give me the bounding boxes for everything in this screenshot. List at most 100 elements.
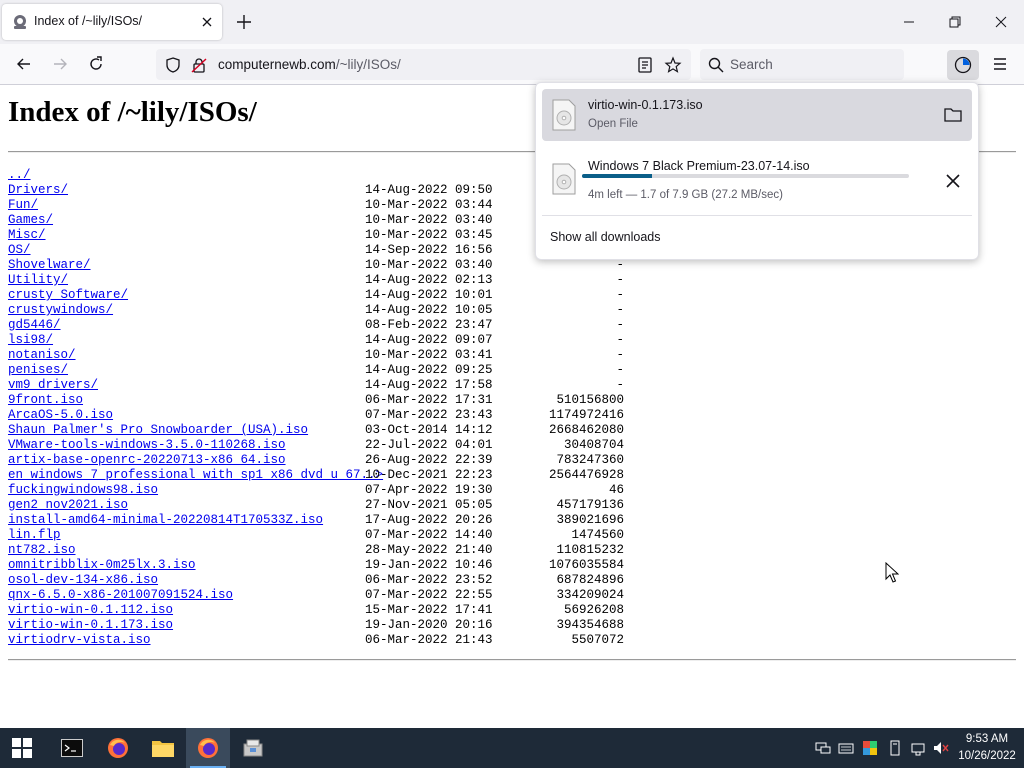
package-app-icon [243, 739, 263, 757]
new-tab-icon[interactable] [234, 12, 254, 32]
file-link[interactable]: Shovelware/ [8, 258, 91, 273]
file-link[interactable]: virtio-win-0.1.112.iso [8, 603, 173, 618]
file-link[interactable]: nt782.iso [8, 543, 76, 558]
file-link[interactable]: Drivers/ [8, 183, 68, 198]
close-window-icon[interactable] [991, 12, 1011, 32]
terminal-icon [61, 739, 83, 757]
file-link[interactable]: OS/ [8, 243, 31, 258]
restore-icon[interactable] [945, 12, 965, 32]
file-size: 2668462080 [548, 423, 624, 437]
cancel-download-icon[interactable] [942, 170, 964, 192]
file-date: 10-Mar-2022 03:40 [365, 258, 493, 272]
file-link[interactable]: penises/ [8, 363, 68, 378]
url-path: /~lily/ISOs/ [335, 57, 401, 72]
file-link[interactable]: 9front.iso [8, 393, 83, 408]
tab-index-of-isos[interactable]: Index of /~lily/ISOs/ [2, 4, 222, 40]
back-icon[interactable] [14, 54, 34, 74]
file-link[interactable]: Games/ [8, 213, 53, 228]
file-link[interactable]: Misc/ [8, 228, 46, 243]
file-link[interactable]: notaniso/ [8, 348, 76, 363]
file-link[interactable]: lsi98/ [8, 333, 53, 348]
url-text[interactable]: computernewb.com/~lily/ISOs/ [218, 57, 401, 72]
file-size: - [616, 378, 624, 392]
network-share-tray-icon[interactable] [815, 740, 831, 756]
file-date: 07-Mar-2022 22:55 [365, 588, 493, 602]
firefox-icon [108, 738, 128, 758]
file-link[interactable]: gen2_nov2021.iso [8, 498, 128, 513]
color-app-tray-icon[interactable] [862, 740, 878, 756]
file-date: 06-Mar-2022 23:52 [365, 573, 493, 587]
download-item-virtio[interactable]: virtio-win-0.1.173.iso Open File [542, 89, 972, 141]
keyboard-tray-icon[interactable] [838, 740, 854, 756]
downloads-separator [542, 215, 972, 216]
downloads-panel: virtio-win-0.1.173.iso Open File Windows… [535, 82, 979, 260]
file-link[interactable]: qnx-6.5.0-x86-201007091524.iso [8, 588, 233, 603]
file-link[interactable]: install-amd64-minimal-20220814T170533Z.i… [8, 513, 323, 528]
file-date: 14-Sep-2022 16:56 [365, 243, 493, 257]
minimize-icon[interactable] [899, 12, 919, 32]
terminal-taskbar-button[interactable] [50, 728, 94, 768]
file-link[interactable]: osol-dev-134-x86.iso [8, 573, 158, 588]
file-link[interactable]: artix-base-openrc-20220713-x86_64.iso [8, 453, 286, 468]
file-size: 394354688 [556, 618, 624, 632]
firefox-taskbar-button[interactable] [96, 728, 140, 768]
file-date: 10-Mar-2022 03:41 [365, 348, 493, 362]
start-button[interactable] [0, 728, 44, 768]
file-link[interactable]: ../ [8, 168, 31, 183]
system-clock[interactable]: 9:53 AM 10/26/2022 [955, 731, 1019, 765]
file-link[interactable]: Shaun Palmer's Pro Snowboarder (USA).iso [8, 423, 308, 438]
file-explorer-taskbar-button[interactable] [141, 728, 185, 768]
file-date: 14-Aug-2022 10:05 [365, 303, 493, 317]
bookmark-star-icon[interactable] [664, 56, 682, 74]
file-size: 687824896 [556, 573, 624, 587]
insecure-lock-icon[interactable] [190, 56, 208, 74]
tab-close-icon[interactable] [198, 13, 216, 31]
search-bar[interactable]: Search [700, 49, 904, 80]
file-icon [552, 163, 576, 195]
file-date: 19-Jan-2020 20:16 [365, 618, 493, 632]
show-in-folder-icon[interactable] [942, 104, 964, 126]
file-size: 5507072 [571, 633, 624, 647]
file-date: 14-Aug-2022 10:01 [365, 288, 493, 302]
volume-muted-icon[interactable] [933, 740, 949, 756]
tracking-protection-shield-icon[interactable] [164, 56, 182, 74]
network-tray-icon[interactable] [910, 740, 926, 756]
file-link[interactable]: fuckingwindows98.iso [8, 483, 158, 498]
firefox-active-taskbar-button[interactable] [186, 728, 230, 768]
file-link[interactable]: Fun/ [8, 198, 38, 213]
file-link[interactable]: VMware-tools-windows-3.5.0-110268.iso [8, 438, 286, 453]
file-icon [552, 99, 576, 131]
reader-view-icon[interactable] [636, 56, 654, 74]
file-link[interactable]: virtio-win-0.1.173.iso [8, 618, 173, 633]
url-domain: computernewb.com [218, 57, 336, 72]
file-link[interactable]: Utility/ [8, 273, 68, 288]
download-filename: Windows 7 Black Premium-23.07-14.iso [588, 159, 810, 173]
reload-icon[interactable] [86, 54, 106, 74]
file-size: 1474560 [571, 528, 624, 542]
file-link[interactable]: crustywindows/ [8, 303, 113, 318]
file-link[interactable]: crusty Software/ [8, 288, 128, 303]
file-size: 1076035584 [548, 558, 624, 572]
file-date: 07-Apr-2022 19:30 [365, 483, 493, 497]
usb-device-tray-icon[interactable] [887, 740, 903, 756]
file-date: 03-Oct-2014 14:12 [365, 423, 493, 437]
show-all-downloads-button[interactable]: Show all downloads [550, 230, 661, 244]
file-link[interactable]: ArcaOS-5.0.iso [8, 408, 113, 423]
file-size: 46 [608, 483, 624, 497]
file-link[interactable]: vm9_drivers/ [8, 378, 98, 393]
file-link[interactable]: gd5446/ [8, 318, 61, 333]
file-link[interactable]: en_windows_7_professional_with_sp1_x86_d… [8, 468, 383, 483]
file-link[interactable]: lin.flp [8, 528, 61, 543]
hamburger-menu-icon[interactable] [990, 54, 1010, 74]
app-taskbar-button[interactable] [231, 728, 275, 768]
forward-icon[interactable] [50, 54, 70, 74]
file-link[interactable]: virtiodrv-vista.iso [8, 633, 151, 648]
file-size: 1174972416 [548, 408, 624, 422]
file-link[interactable]: omnitribblix-0m25lx.3.iso [8, 558, 196, 573]
downloads-button[interactable] [947, 50, 979, 80]
downloads-progress-icon [954, 56, 972, 74]
file-date: 07-Mar-2022 14:40 [365, 528, 493, 542]
file-size: 110815232 [556, 543, 624, 557]
url-bar[interactable]: computernewb.com/~lily/ISOs/ [156, 49, 691, 80]
file-date: 14-Aug-2022 17:58 [365, 378, 493, 392]
